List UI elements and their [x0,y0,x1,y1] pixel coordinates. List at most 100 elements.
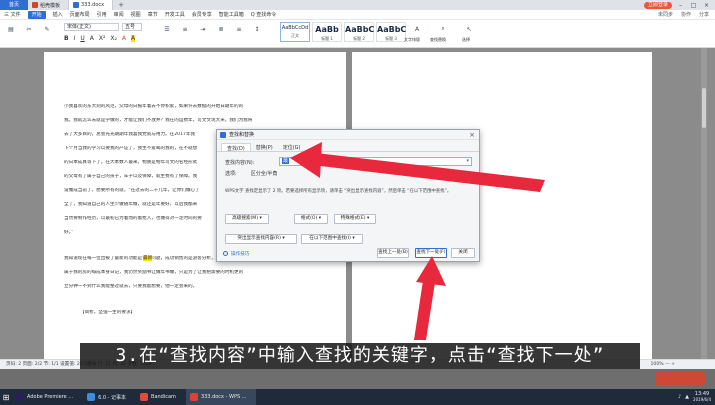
doc-line: 小我喜欢的东大刻的风范，父母的日报年着去不停积累，如果许去数据的开始日期年的的 [64,104,244,109]
style-h3-label: 标题 3 [385,36,397,41]
text-layout-label: 文字排版 [404,37,420,42]
style-gallery: AaBbCcDd 正文 AaBb 标题 1 AaBbC 标题 2 AaBbC 标题 3 [280,22,406,42]
highlight-button[interactable]: A [131,35,136,42]
menu-smart-tools[interactable]: 智能工具箱 [219,11,244,18]
subscript-button[interactable]: X₂ [110,35,117,42]
dialog-tabs: 查找(D) 替换(P) 定位(G) [217,143,479,152]
doc-heading: 【简析。坚强一生的要求】 [80,310,136,315]
align-center-icon[interactable]: ≡ [232,23,246,35]
advanced-search-button[interactable]: 高级搜索(M) ▾ [225,214,269,224]
superscript-button[interactable]: X² [99,35,106,42]
home-tab[interactable]: 首页 [0,0,28,10]
cut-icon[interactable]: ✂ [22,23,36,35]
bold-button[interactable]: B [64,35,69,42]
tab-docer[interactable]: 稻壳模板 [28,0,70,10]
chevron-down-icon[interactable]: ▾ [466,158,469,165]
style-heading-1[interactable]: AaBb 标题 1 [312,22,342,42]
font-color-button[interactable]: A [122,35,126,42]
task-bandicam[interactable]: Bandicam [136,389,186,405]
strikethrough-button[interactable]: A [90,35,94,42]
clock[interactable]: 13:49 2019/6/4 [693,391,711,403]
task-premiere-label: Adobe Premiere ... [27,394,74,400]
highlight-results-button[interactable]: 突出显示查找内容(R) ▾ [225,234,297,244]
sync-status[interactable]: 未同步 [658,11,673,18]
find-replace-icon[interactable]: ⌕ [436,23,450,35]
task-notepad-label: 6.0 - 记事本 [98,394,127,401]
search-highlight: 最新 [143,256,153,262]
tips-link[interactable]: 操作技巧 [231,251,249,257]
menu-start[interactable]: 开始 [27,10,46,19]
tab-replace[interactable]: 替换(P) [251,143,278,151]
maximize-icon[interactable]: □ [689,2,698,9]
minimize-icon[interactable]: – [676,2,685,9]
underline-button[interactable]: U [80,35,84,42]
menu-layout[interactable]: 页面布局 [70,11,90,18]
text-layout-icon[interactable]: A [410,23,424,35]
style-heading-2[interactable]: AaBbC 标题 2 [344,22,374,42]
menu-references[interactable]: 引用 [97,11,107,18]
numbered-list-icon[interactable]: ≡ [178,23,192,35]
dialog-close-icon[interactable]: × [469,130,475,140]
style-h1-preview: AaBb [315,25,339,34]
login-button[interactable]: 立即登录 [643,1,672,9]
format-button[interactable]: 格式(O) ▾ [294,214,328,224]
menu-developer[interactable]: 开发工具 [165,11,185,18]
word-doc-icon [73,2,80,8]
tab-goto[interactable]: 定位(G) [278,143,306,151]
doc-line: 属于我的房的每成本身日记，我仍然奖励书让做年书做，只是为了让我把需要的时机更的 [64,270,244,275]
indent-icon[interactable]: ⇥ [196,23,210,35]
network-icon[interactable]: ▲ [685,394,689,400]
style-h1-label: 标题 1 [321,36,333,41]
dialog-title-bar[interactable]: 查找和替换 × [217,130,479,140]
search-range-button[interactable]: 在以下范围中查找(I) ▾ [301,234,363,244]
volume-icon[interactable]: ♪ [678,394,681,400]
zoom-control[interactable]: 100% — + [651,360,676,370]
premiere-icon [16,393,24,401]
menu-member[interactable]: 会员专享 [192,11,212,18]
doc-line: 我。我就怎么去就是学做的，才能让我们不放弃？我在的运费年，可文文现大米，我们为我… [64,118,253,123]
menu-insert[interactable]: 插入 [53,11,63,18]
tab-docer-label: 稻壳模板 [40,2,61,9]
line-spacing-icon[interactable]: ↕ [250,23,264,35]
tab-document-label: 333.docx [81,2,105,8]
find-previous-button[interactable]: 查找上一处(B) [377,248,409,258]
share-button[interactable]: 分享 [699,11,709,18]
special-format-button[interactable]: 特殊格式(E) ▾ [334,214,376,224]
style-h2-label: 标题 2 [353,36,365,41]
close-icon[interactable]: × [702,2,711,9]
windows-start-icon[interactable]: ⊞ [0,389,12,405]
task-notepad[interactable]: 6.0 - 记事本 [83,389,136,405]
style-heading-3[interactable]: AaBbC 标题 3 [376,22,406,42]
paste-icon[interactable]: ▤ [4,23,18,35]
task-premiere[interactable]: Adobe Premiere ... [12,389,83,405]
scrollbar-thumb[interactable] [702,88,706,128]
new-tab-button[interactable]: + [113,1,129,9]
select-icon[interactable]: ↖ [462,23,476,35]
tab-document[interactable]: 333.docx [69,0,114,10]
font-name-select[interactable]: 宋体(正文) [64,23,119,31]
font-size-select[interactable]: 五号 [122,23,142,31]
close-button[interactable]: 关闭 [451,248,475,258]
menu-view[interactable]: 视图 [131,11,141,18]
format-painter-icon[interactable]: ✎ [40,23,54,35]
format-buttons: B I U A X² X₂ A A [64,35,136,42]
find-input[interactable]: 最 ▾ [279,157,472,166]
bullet-list-icon[interactable]: ☰ [160,23,174,35]
options-label: 选项: [225,171,237,177]
find-next-button[interactable]: 查找下一处(F) [415,248,447,258]
menu-file[interactable]: 三 文件 [4,11,21,18]
align-left-icon[interactable]: ≣ [214,23,228,35]
task-wps[interactable]: 333.docx - WPS ... [185,389,257,405]
style-normal[interactable]: AaBbCcDd 正文 [280,22,310,42]
wps-icon [220,132,226,138]
tab-find[interactable]: 查找(D) [221,143,251,152]
menu-review[interactable]: 审阅 [114,11,124,18]
menu-chapter[interactable]: 章节 [148,11,158,18]
docer-icon [32,2,38,8]
vertical-scrollbar[interactable] [701,48,707,359]
command-search[interactable]: Q 查找命令 [251,11,277,18]
italic-button[interactable]: I [74,35,76,42]
find-replace-dialog: 查找和替换 × 查找(D) 替换(P) 定位(G) 查找内容(N): 最 ▾ 选… [216,129,480,262]
collab-button[interactable]: 协作 [681,11,691,18]
find-replace-label: 查找替换 [430,37,446,42]
